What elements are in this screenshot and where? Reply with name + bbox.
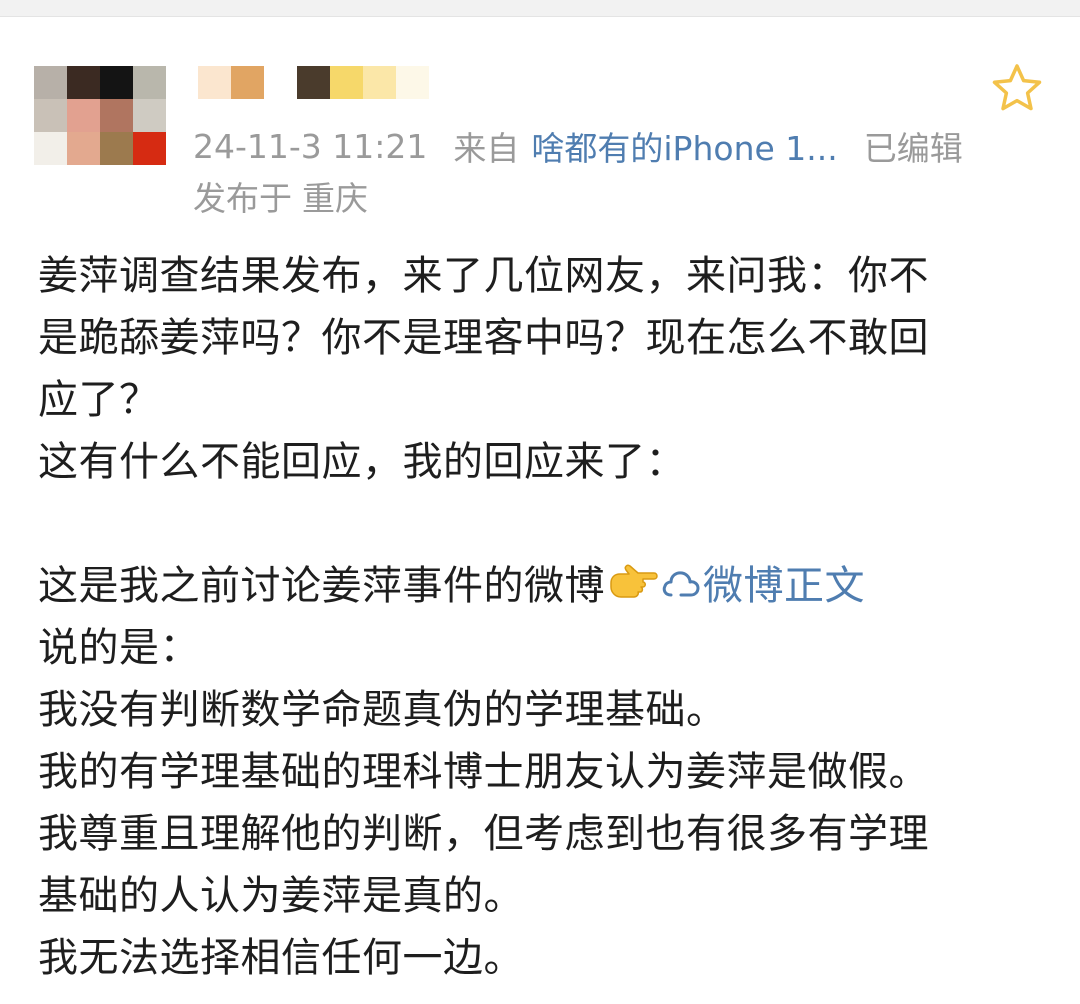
post-line: 是跪舔姜萍吗？你不是理客中吗？现在怎么不敢回 xyxy=(38,315,929,361)
username-pixel xyxy=(297,66,330,99)
location: 重庆 xyxy=(302,179,368,218)
source-prefix: 来自 xyxy=(453,129,520,168)
avatar[interactable] xyxy=(34,66,166,166)
avatar-pixel xyxy=(34,99,67,132)
avatar-pixel xyxy=(100,99,133,132)
username-pixel xyxy=(396,66,429,99)
avatar-pixel xyxy=(34,66,67,99)
link-icon xyxy=(661,557,701,619)
post-line: 我的有学理基础的理科博士朋友认为姜萍是做假。 xyxy=(38,749,929,795)
location-prefix: 发布于 xyxy=(193,179,292,218)
post-line: 我无法选择相信任何一边。 xyxy=(38,935,524,981)
username-pixel xyxy=(330,66,363,99)
top-divider xyxy=(0,0,1080,17)
star-icon[interactable] xyxy=(990,62,1044,114)
username-pixel xyxy=(363,66,396,99)
location-line: 发布于 重庆 xyxy=(193,172,368,220)
edited-label[interactable]: 已编辑 xyxy=(864,122,963,170)
avatar-pixel xyxy=(67,132,100,165)
avatar-pixel xyxy=(100,66,133,99)
post-line: 这有什么不能回应，我的回应来了： xyxy=(38,439,686,485)
avatar-pixel xyxy=(133,66,166,99)
link-line-text: 这是我之前讨论姜萍事件的微博 xyxy=(38,563,605,609)
username-pixels-2[interactable] xyxy=(297,66,429,99)
weibo-post-link[interactable]: 微博正文 xyxy=(661,563,865,609)
avatar-pixel xyxy=(67,66,100,99)
avatar-pixel xyxy=(133,132,166,165)
avatar-pixel xyxy=(133,99,166,132)
post-line: 姜萍调查结果发布，来了几位网友，来问我：你不 xyxy=(38,253,929,299)
username-pixel xyxy=(231,66,264,99)
post-line: 说的是： xyxy=(38,625,200,671)
avatar-pixel xyxy=(67,99,100,132)
timestamp: 24-11-3 11:21 xyxy=(193,126,428,166)
avatar-pixel xyxy=(100,132,133,165)
weibo-link-label[interactable]: 微博正文 xyxy=(703,563,865,609)
post-meta: 24-11-3 11:21 来自 啥都有的iPhone 1... 已编辑 xyxy=(193,122,963,170)
pointing-hand-icon xyxy=(607,557,659,619)
post-line: 我没有判断数学命题真伪的学理基础。 xyxy=(38,687,727,733)
source-device-link[interactable]: 啥都有的iPhone 1... xyxy=(531,122,837,170)
username-pixel xyxy=(198,66,231,99)
post-line-with-link: 这是我之前讨论姜萍事件的微博 微博正文 xyxy=(38,555,1038,617)
post-line: 我尊重且理解他的判断，但考虑到也有很多有学理 xyxy=(38,811,929,857)
post-line: 应了？ xyxy=(38,377,160,423)
avatar-pixel xyxy=(34,132,67,165)
username-pixels[interactable] xyxy=(198,66,264,99)
post-line: 基础的人认为姜萍是真的。 xyxy=(38,873,524,919)
post-body: 姜萍调查结果发布，来了几位网友，来问我：你不 是跪舔姜萍吗？你不是理客中吗？现在… xyxy=(38,245,1038,989)
